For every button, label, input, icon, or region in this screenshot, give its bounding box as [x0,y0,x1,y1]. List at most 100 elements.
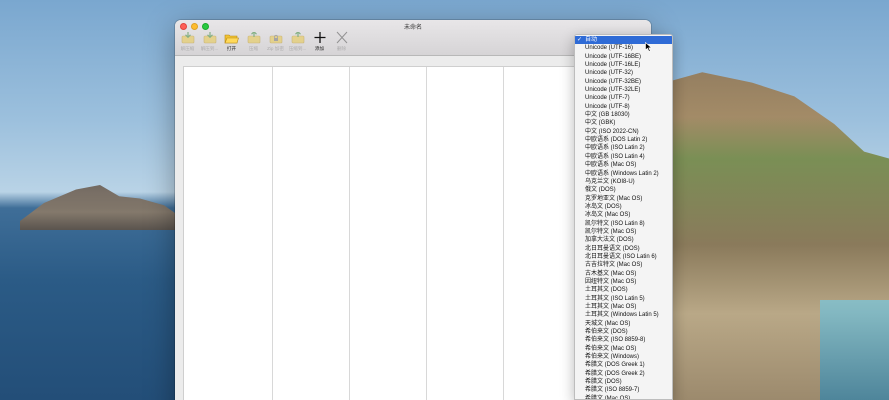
encoding-menu-item[interactable]: 中文 (GBK) [575,119,672,127]
compress-label: 压缩 [248,46,259,51]
encoding-menu-item[interactable]: Unicode (UTF-32) [575,69,672,77]
extract-to-button[interactable]: 解压到... [200,31,219,52]
checkmark-icon: ✓ [577,37,583,43]
open-button[interactable]: 打开 [222,31,241,52]
encoding-menu-item[interactable]: Unicode (UTF-8) [575,103,672,111]
encoding-menu-item-label: 希伯来文 (Mac OS) [585,345,637,352]
encoding-menu-item-label: 土耳其文 (Mac OS) [585,304,637,310]
zip-encrypt-label: Zip 加密 [267,46,284,51]
compress-icon [246,31,261,44]
encoding-menu-item[interactable]: 希伯来文 (Mac OS) [575,345,672,353]
encoding-menu-item[interactable]: 希伯来文 (DOS) [575,328,672,336]
encoding-menu-item-label: 北日耳曼语文 (DOS) [585,245,640,252]
encoding-menu-item-label: Unicode (UTF-8) [585,103,630,110]
encoding-menu-item[interactable]: 加拿大法文 (DOS) [575,236,672,244]
encoding-menu-item[interactable]: 土耳其文 (ISO Latin 5) [575,295,672,303]
encoding-menu-item-label: 中文 (GBK) [585,120,616,127]
browser-column[interactable] [184,67,273,400]
encoding-menu-item-label: 希伯来文 (ISO 8859-8) [585,337,646,344]
encoding-menu-item-label: 希伯来文 (Windows) [585,354,640,361]
encoding-menu-item[interactable]: Unicode (UTF-16BE) [575,53,672,61]
add-icon [312,31,327,44]
encoding-menu-item[interactable]: 希伯来文 (ISO 8859-8) [575,336,672,344]
encoding-menu-item-label: 俄文 (DOS) [585,187,616,194]
browser-column[interactable] [427,67,504,400]
encoding-menu-item-label: 凯尔特文 (Mac OS) [585,228,637,235]
delete-button[interactable]: 删除 [332,31,351,52]
encoding-menu-item[interactable]: 希伯来文 (Windows) [575,353,672,361]
encoding-menu-item[interactable]: Unicode (UTF-7) [575,94,672,102]
encoding-menu-item[interactable]: 冰岛文 (DOS) [575,203,672,211]
encoding-menu-item-label: 冰岛文 (Mac OS) [585,212,631,219]
encoding-menu-item-label: 中欧语系 (Windows Latin 2) [585,170,659,177]
encoding-menu-item-label: 自动 [585,37,598,43]
encoding-menu-item[interactable]: 因纽特文 (Mac OS) [575,278,672,286]
encoding-menu-item[interactable]: 北日耳曼语文 (DOS) [575,245,672,253]
browser-column[interactable] [273,67,350,400]
encoding-menu-item[interactable]: 俄文 (DOS) [575,186,672,194]
encoding-menu-item-label: 中文 (GB 18030) [585,112,630,119]
encoding-menu-item-label: Unicode (UTF-32) [585,70,634,77]
encoding-menu-item-label: 土耳其文 (DOS) [585,287,628,294]
compress-to-button[interactable]: 压缩到... [288,31,307,52]
compress-to-icon [290,31,305,44]
encoding-menu-item-label: 希腊文 (DOS Greek 2) [585,370,645,377]
encoding-menu-item[interactable]: 希腊文 (Mac OS) [575,395,672,399]
encoding-menu-item-label: 因纽特文 (Mac OS) [585,278,637,285]
encoding-menu-item[interactable]: ✓ 自动 [575,36,672,45]
encoding-dropdown-menu: ✓ 自动 Unicode (UTF-16) Unicode (UTF-16BE) Uni… [574,34,673,400]
zip-encrypt-button[interactable]: Zip 加密 [266,31,285,52]
encoding-menu-item[interactable]: 土耳其文 (Mac OS) [575,303,672,311]
delete-label: 删除 [336,46,347,51]
add-button[interactable]: 添加 [310,31,329,52]
encoding-menu-item[interactable]: 土耳其文 (DOS) [575,286,672,294]
encoding-menu-item[interactable]: Unicode (UTF-32LE) [575,86,672,94]
encoding-menu-item[interactable]: 土耳其文 (Windows Latin 5) [575,311,672,319]
encoding-menu-item[interactable]: 中欧语系 (Windows Latin 2) [575,170,672,178]
encoding-menu-item[interactable]: 希腊文 (DOS) [575,378,672,386]
encoding-menu-item-label: 希腊文 (DOS) [585,379,622,386]
encoding-menu-item[interactable]: Unicode (UTF-16) [575,44,672,52]
encoding-menu-item[interactable]: Unicode (UTF-16LE) [575,61,672,69]
encoding-menu-item[interactable]: 中欧语系 (ISO Latin 2) [575,144,672,152]
encoding-menu-item[interactable]: 希腊文 (DOS Greek 2) [575,370,672,378]
delete-icon [334,31,349,44]
compress-button[interactable]: 压缩 [244,31,263,52]
open-folder-icon [224,31,239,44]
encoding-menu-item[interactable]: 古吉拉特文 (Mac OS) [575,261,672,269]
encoding-menu-item[interactable]: 冰岛文 (Mac OS) [575,211,672,219]
extract-button[interactable]: 解压缩 [178,31,197,52]
encoding-menu-item-label: 克罗地亚文 (Mac OS) [585,195,643,202]
encoding-menu-item[interactable]: 乌克兰文 (KOI8-U) [575,178,672,186]
encoding-menu-item-label: Unicode (UTF-16LE) [585,62,641,69]
encoding-menu-item-label: 加拿大法文 (DOS) [585,237,634,244]
compress-to-label: 压缩到... [288,46,307,51]
extract-to-label: 解压到... [200,46,219,51]
encoding-menu-item[interactable]: 天城文 (Mac OS) [575,320,672,328]
encoding-menu-item[interactable]: Unicode (UTF-32BE) [575,78,672,86]
encoding-menu-item[interactable]: 中欧语系 (Mac OS) [575,161,672,169]
encoding-menu-item[interactable]: 希腊文 (DOS Greek 1) [575,361,672,369]
encoding-menu-item-label: 中欧语系 (ISO Latin 2) [585,145,645,152]
encoding-menu-item-label: 古吉拉特文 (Mac OS) [585,262,643,269]
encoding-menu-item[interactable]: 中文 (GB 18030) [575,111,672,119]
encoding-menu-item-label: 中文 (ISO 2022-CN) [585,128,639,135]
encoding-menu-item-label: 凯尔特文 (ISO Latin 8) [585,220,645,227]
encoding-menu-item[interactable]: 凯尔特文 (ISO Latin 8) [575,220,672,228]
encoding-menu-item-label: 中欧语系 (ISO Latin 4) [585,153,645,160]
encoding-menu-item-label: Unicode (UTF-16) [585,45,634,52]
encoding-menu-item[interactable]: 中文 (ISO 2022-CN) [575,128,672,136]
encoding-menu-item[interactable]: 中欧语系 (ISO Latin 4) [575,153,672,161]
encoding-menu-item-label: Unicode (UTF-32LE) [585,87,641,94]
encoding-menu-item-label: 天城文 (Mac OS) [585,320,631,327]
mouse-pointer-icon [645,42,653,52]
encoding-menu-item[interactable]: 中欧语系 (DOS Latin 2) [575,136,672,144]
encoding-menu-item[interactable]: 克罗地亚文 (Mac OS) [575,195,672,203]
browser-column[interactable] [350,67,427,400]
encoding-menu-item-label: Unicode (UTF-7) [585,95,630,102]
encoding-menu-item[interactable]: 古木基文 (Mac OS) [575,270,672,278]
encoding-menu-item[interactable]: 希腊文 (ISO 8859-7) [575,386,672,394]
encoding-menu-item-label: 土耳其文 (Windows Latin 5) [585,312,659,319]
encoding-menu-item[interactable]: 北日耳曼语文 (ISO Latin 6) [575,253,672,261]
encoding-menu-item[interactable]: 凯尔特文 (Mac OS) [575,228,672,236]
